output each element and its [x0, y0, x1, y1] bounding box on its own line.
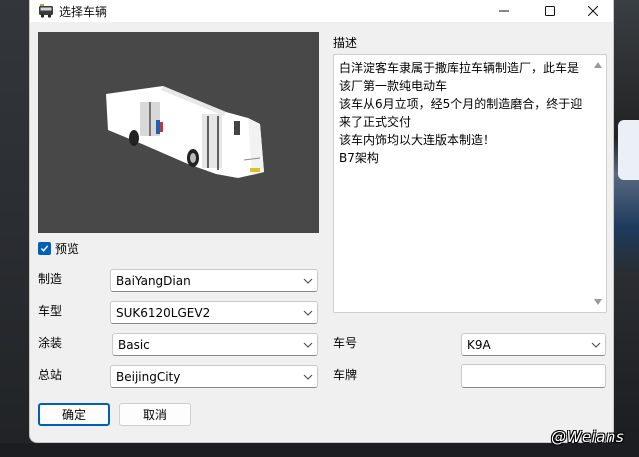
chevron-down-icon: [591, 342, 601, 348]
minimize-button[interactable]: [481, 0, 527, 22]
license-plate-label: 车牌: [333, 368, 358, 382]
maximize-button[interactable]: [527, 0, 573, 22]
desktop-background-bottom: [0, 443, 639, 457]
depot-label: 总站: [38, 368, 63, 382]
bus-app-icon: [39, 4, 53, 18]
chevron-down-icon: [303, 278, 313, 284]
manufacturer-label: 制造: [38, 272, 63, 286]
close-icon: [588, 6, 598, 16]
select-vehicle-dialog: 选择车辆 预览 制造 BaiYangDian 车型 SUK6120LGEV2 涂…: [29, 0, 614, 443]
description-label: 描述: [333, 36, 358, 50]
vehicle-number-select[interactable]: K9A: [461, 333, 606, 356]
checkmark-icon: [40, 244, 49, 252]
minimize-icon: [499, 10, 509, 12]
preview-checkbox[interactable]: [38, 241, 51, 255]
chevron-down-icon: [303, 374, 313, 380]
title-bar[interactable]: 选择车辆: [30, 0, 613, 22]
vehicle-preview[interactable]: [38, 32, 319, 233]
model-label: 车型: [38, 304, 63, 318]
livery-select[interactable]: Basic: [112, 333, 318, 356]
model-value: SUK6120LGEV2: [116, 305, 211, 320]
vehicle-number-label: 车号: [333, 336, 358, 350]
manufacturer-select[interactable]: BaiYangDian: [110, 269, 318, 292]
scroll-up-icon[interactable]: [593, 61, 603, 69]
background-sign: [618, 120, 639, 180]
close-button[interactable]: [573, 0, 613, 22]
vehicle-number-value: K9A: [467, 337, 491, 352]
license-plate-input[interactable]: [461, 364, 606, 388]
desktop-background-right: [614, 0, 639, 457]
manufacturer-value: BaiYangDian: [116, 273, 191, 288]
ok-button[interactable]: 确定: [38, 403, 110, 426]
desktop-background-left: [0, 0, 30, 457]
description-textarea[interactable]: 白洋淀客车隶属于撒库拉车辆制造厂，此车是该厂第一款纯电动车 该车从6月立项，经5…: [333, 54, 607, 313]
chevron-down-icon: [303, 342, 313, 348]
preview-checkbox-row[interactable]: 预览: [38, 240, 79, 256]
watermark: @Weians: [551, 428, 625, 446]
maximize-icon: [545, 6, 555, 16]
chevron-down-icon: [303, 310, 313, 316]
bus-model-image: [106, 86, 264, 178]
preview-checkbox-label: 预览: [55, 241, 80, 256]
depot-value: BeijingCity: [116, 369, 181, 384]
description-text: 白洋淀客车隶属于撒库拉车辆制造厂，此车是该厂第一款纯电动车 该车从6月立项，经5…: [339, 61, 583, 165]
scroll-down-icon[interactable]: [593, 298, 603, 306]
cancel-button[interactable]: 取消: [119, 403, 191, 426]
model-select[interactable]: SUK6120LGEV2: [110, 301, 318, 324]
livery-label: 涂装: [38, 336, 63, 350]
livery-value: Basic: [118, 337, 150, 352]
window-title: 选择车辆: [59, 5, 108, 19]
depot-select[interactable]: BeijingCity: [110, 365, 318, 388]
